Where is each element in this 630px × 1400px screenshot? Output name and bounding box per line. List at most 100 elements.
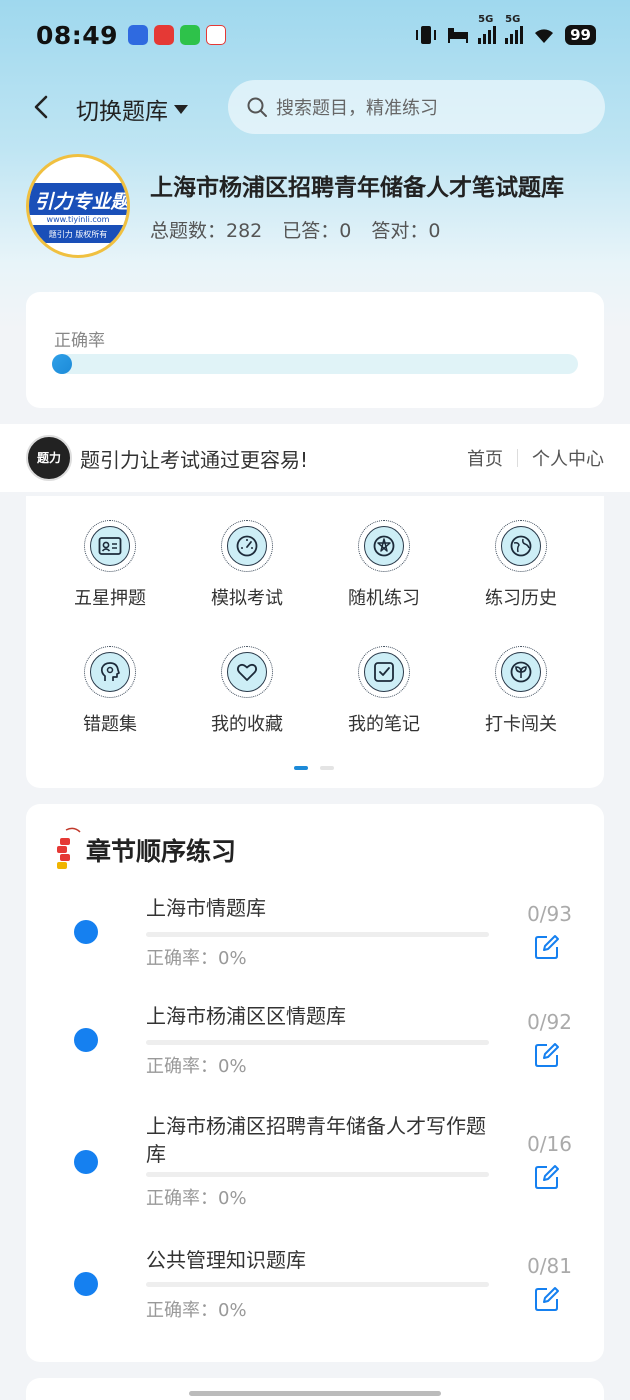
heart-icon (236, 663, 258, 681)
edit-icon[interactable] (534, 1164, 560, 1190)
chapter-count: 0/81 (527, 1254, 572, 1278)
chapter-title: 章节顺序练习 (86, 837, 237, 866)
search-input[interactable]: 搜索题目，精准练习 (228, 80, 605, 134)
chapter-count: 0/16 (527, 1132, 572, 1156)
feature-label: 五星押题 (74, 588, 146, 609)
chapter-count: 0/93 (527, 902, 572, 926)
status-time: 08:49 (36, 20, 119, 50)
xiaohongshu-icon (154, 25, 175, 45)
correct-count: 答对：0 (371, 220, 441, 242)
chapter-count: 0/92 (527, 1010, 572, 1034)
globe-icon (510, 535, 532, 557)
feature-label: 我的收藏 (211, 714, 283, 735)
chapter-progress-bar (146, 1040, 489, 1045)
switch-bank-label: 切换题库 (76, 99, 168, 125)
chapter-header: 章节顺序练习 (52, 826, 236, 874)
page-indicator (294, 766, 334, 770)
chapter-accuracy: 正确率：0% (146, 1300, 247, 1321)
promo-logo: 题力 (26, 435, 72, 481)
chapter-name: 上海市杨浦区招聘青年储备人才写作题库 (146, 1114, 486, 1166)
feature-favorites[interactable]: 我的收藏 (187, 646, 307, 736)
red-app-icon (206, 25, 227, 45)
search-placeholder: 搜索题目，精准练习 (276, 98, 438, 119)
feature-wrong-questions[interactable]: 错题集 (50, 646, 170, 736)
status-bar: 08:49 5G 5G 99 (0, 0, 630, 70)
wifi-icon (535, 29, 554, 43)
chapter-name: 上海市情题库 (146, 896, 266, 920)
feature-label: 错题集 (83, 714, 137, 735)
feature-label: 练习历史 (485, 588, 557, 609)
chapter-practice-card: 章节顺序练习 上海市情题库 正确率：0% 0/93 上海市杨浦区区情题库 正确率… (26, 804, 604, 1362)
total-count: 总题数：282 (150, 220, 263, 242)
chapter-dot (74, 920, 98, 944)
speedometer-icon (236, 535, 258, 557)
battery-indicator: 99 (565, 25, 596, 45)
feature-history[interactable]: 练习历史 (461, 520, 581, 610)
switch-bank-dropdown[interactable]: 切换题库 (76, 92, 188, 126)
caret-down-icon (174, 104, 188, 114)
vibrate-icon (416, 26, 437, 44)
network-icon (373, 535, 395, 557)
feature-label: 我的笔记 (348, 714, 420, 735)
feature-label: 随机练习 (348, 588, 420, 609)
promo-bar: 题力 题引力让考试通过更容易! 首页 个人中心 (0, 424, 630, 492)
home-indicator[interactable] (189, 1391, 441, 1396)
signal-icon-2 (505, 26, 524, 44)
chapter-accuracy: 正确率：0% (146, 1188, 247, 1209)
network-label-1: 5G (478, 14, 494, 25)
chapter-progress-bar (146, 1282, 489, 1287)
back-arrow-icon[interactable] (28, 92, 58, 122)
logo-text: 引力专业题 (34, 191, 130, 213)
question-bank-profile: 引力专业题 www.tiyinli.com 题引力 版权所有 上海市杨浦区招聘青… (26, 150, 606, 260)
wechat-icon (180, 25, 201, 45)
feature-label: 模拟考试 (211, 588, 283, 609)
feature-mock-exam[interactable]: 模拟考试 (187, 520, 307, 610)
notification-icons (128, 25, 227, 45)
chapter-dot (74, 1028, 98, 1052)
chapter-name: 上海市杨浦区区情题库 (146, 1004, 346, 1028)
feature-five-star[interactable]: 五星押题 (50, 520, 170, 610)
feature-label: 打卡闯关 (485, 714, 557, 735)
firecracker-icon (57, 827, 81, 869)
page-dot (320, 766, 334, 770)
feature-grid: 五星押题 模拟考试 随机练习 练习历史 错题集 我的收藏 我的笔记 打卡闯关 (26, 496, 604, 788)
chapter-name: 公共管理知识题库 (146, 1248, 306, 1272)
feature-checkin[interactable]: 打卡闯关 (461, 646, 581, 736)
profile-center-link[interactable]: 个人中心 (532, 445, 604, 471)
accuracy-progress-handle (52, 354, 72, 374)
bank-logo: 引力专业题 www.tiyinli.com 题引力 版权所有 (26, 154, 130, 258)
top-bar: 切换题库 搜索题目，精准练习 (0, 80, 630, 134)
edit-icon[interactable] (534, 1286, 560, 1312)
network-label-2: 5G (505, 14, 521, 25)
chapter-accuracy: 正确率：0% (146, 1056, 247, 1077)
page-dot-active (294, 766, 308, 770)
accuracy-card: 正确率 (26, 292, 604, 408)
next-card-peek (26, 1378, 604, 1400)
id-card-icon (98, 537, 122, 555)
chapter-dot (74, 1272, 98, 1296)
link-divider (517, 449, 518, 467)
accuracy-progress-bar (52, 354, 578, 374)
note-check-icon (374, 662, 394, 682)
answered-count: 已答：0 (282, 220, 352, 242)
promo-slogan: 题引力让考试通过更容易! (80, 447, 309, 472)
logo-url: www.tiyinli.com (29, 215, 127, 225)
feature-notes[interactable]: 我的笔记 (324, 646, 444, 736)
bed-icon (448, 28, 469, 43)
chapter-accuracy: 正确率：0% (146, 948, 247, 969)
home-link[interactable]: 首页 (467, 445, 503, 471)
bank-title: 上海市杨浦区招聘青年储备人才笔试题库 (150, 175, 564, 201)
edit-icon[interactable] (534, 1042, 560, 1068)
feature-random-practice[interactable]: 随机练习 (324, 520, 444, 610)
accuracy-label: 正确率 (54, 331, 105, 351)
chapter-progress-bar (146, 932, 489, 937)
logo-footer: 题引力 版权所有 (48, 230, 108, 239)
edit-icon[interactable] (534, 934, 560, 960)
sprout-icon (510, 661, 532, 683)
search-icon (247, 97, 267, 117)
chapter-progress-bar (146, 1172, 489, 1177)
head-icon (100, 662, 120, 681)
u-app-icon (128, 25, 149, 45)
signal-icon (478, 26, 497, 44)
bank-stats: 总题数：282 已答：0 答对：0 (150, 216, 440, 243)
